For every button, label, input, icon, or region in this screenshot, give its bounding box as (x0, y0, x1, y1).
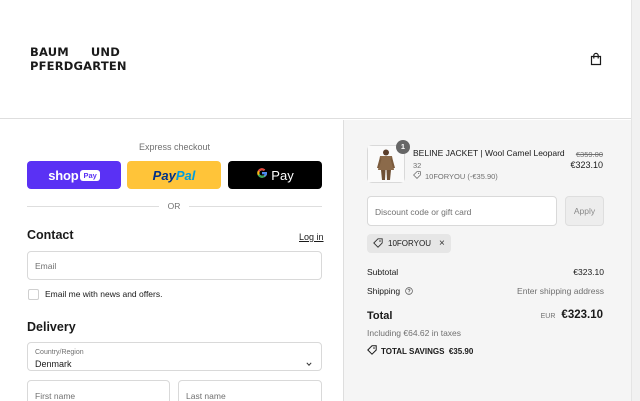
brand-logo[interactable]: BAUM UND PFERDGARTEN (30, 45, 127, 73)
product-price: €323.10 (570, 160, 603, 170)
google-pay-button[interactable]: Pay (228, 161, 322, 189)
savings-tag-icon (367, 345, 381, 357)
divider-right (189, 206, 322, 207)
delivery-heading: Delivery (27, 320, 76, 334)
subtotal-label: Subtotal (367, 267, 399, 277)
paypal-button[interactable]: Pay Pal (127, 161, 221, 189)
shop-pay-badge: Pay (80, 169, 100, 181)
total-amount: EUR €323.10 (541, 309, 603, 321)
total-label: Total (367, 310, 393, 322)
shipping-label: Shipping (367, 286, 401, 296)
subtotal-row: Subtotal €323.10 (367, 267, 604, 277)
or-divider: OR (167, 201, 181, 211)
product-discount: 10FORYOU (-€35.90) (413, 171, 498, 181)
country-value: Denmark (35, 359, 72, 369)
applied-discount-code: 10FORYOU (388, 239, 431, 248)
apply-discount-button[interactable]: Apply (565, 196, 604, 226)
bag-icon[interactable] (589, 52, 603, 66)
subtotal-value: €323.10 (573, 267, 604, 277)
paypal-word-2: Pal (175, 167, 196, 183)
header: BAUM UND PFERDGARTEN (0, 0, 640, 119)
logo-word-2: UND (90, 45, 120, 59)
paypal-word-1: Pay (152, 167, 176, 183)
google-pay-word: Pay (271, 167, 294, 183)
google-g-icon (256, 166, 268, 184)
quantity-badge: 1 (396, 140, 410, 154)
country-select[interactable]: Country/Region Denmark (27, 342, 322, 371)
express-checkout-label: Express checkout (138, 142, 211, 152)
total-currency: EUR (540, 313, 556, 320)
help-icon[interactable] (405, 286, 414, 297)
tag-icon (413, 171, 425, 181)
product-original-price: €359.00 (575, 150, 603, 159)
divider-left (27, 206, 159, 207)
logo-word-3: PFERDGARTEN (30, 59, 127, 73)
newsletter-label: Email me with news and offers. (45, 289, 163, 299)
first-name-field[interactable]: First name (27, 380, 170, 401)
login-link[interactable]: Log in (299, 232, 324, 242)
taxes-note: Including €64.62 in taxes (367, 328, 462, 338)
email-placeholder: Email (35, 261, 57, 271)
shipping-row: Shipping Enter shipping address (367, 286, 604, 297)
shop-pay-word: shop (48, 167, 79, 183)
order-summary: 1 BELINE JACKET | Wool Camel Leopard 32 … (343, 120, 631, 401)
product-variant: 32 (413, 161, 422, 170)
last-name-placeholder: Last name (186, 391, 226, 401)
last-name-field[interactable]: Last name (178, 380, 322, 401)
discount-code-input[interactable]: Discount code or gift card (367, 196, 557, 226)
product-name: BELINE JACKET | Wool Camel Leopard (413, 148, 565, 158)
shop-pay-button[interactable]: shop Pay (27, 161, 121, 189)
chevron-down-icon (306, 354, 312, 366)
contact-heading: Contact (27, 228, 74, 242)
country-label: Country/Region (35, 349, 84, 356)
logo-word-1: BAUM (30, 45, 69, 59)
page-scrollbar[interactable] (631, 0, 640, 401)
total-value: €323.10 (561, 309, 603, 321)
email-field[interactable]: Email (27, 251, 322, 280)
product-discount-text: 10FORYOU (-€35.90) (425, 171, 498, 181)
close-icon[interactable]: × (439, 238, 445, 249)
discount-code-placeholder: Discount code or gift card (375, 207, 472, 217)
tag-icon (373, 237, 388, 250)
first-name-placeholder: First name (35, 391, 76, 401)
checkout-form: Express checkout shop Pay Pay Pal Pay OR … (0, 120, 343, 401)
applied-discount-tag: 10FORYOU × (367, 234, 451, 253)
newsletter-checkbox[interactable] (28, 289, 39, 300)
total-savings-text: TOTAL SAVINGS €35.90 (381, 346, 474, 356)
total-savings: TOTAL SAVINGS €35.90 (367, 345, 473, 357)
shipping-value: Enter shipping address (517, 286, 604, 296)
